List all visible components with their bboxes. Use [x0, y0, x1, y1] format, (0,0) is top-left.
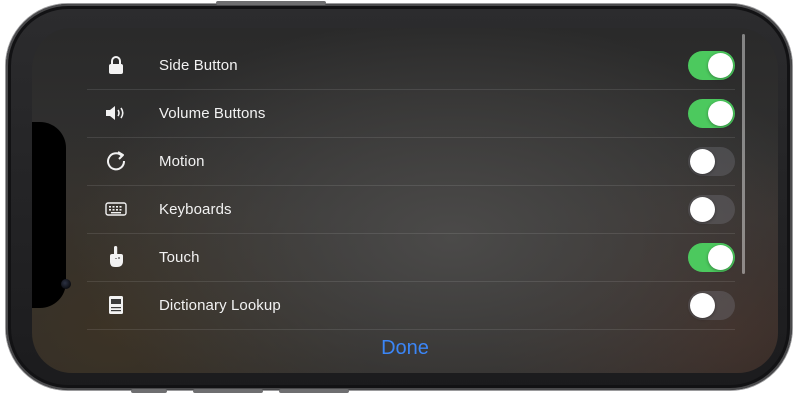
rotate-icon [105, 150, 127, 172]
settings-row-volume-buttons: Volume Buttons [87, 90, 735, 138]
bottom-hardware-button-2 [193, 389, 263, 393]
toggle-knob [708, 53, 733, 78]
side-button-label: Side Button [159, 57, 238, 74]
toggle-knob [690, 149, 715, 174]
motion-toggle[interactable] [688, 147, 735, 176]
settings-row-dictionary-lookup: Dictionary Lookup [87, 282, 735, 330]
toggle-knob [708, 245, 733, 270]
motion-label: Motion [159, 153, 205, 170]
front-camera [61, 279, 71, 289]
volume-buttons-label: Volume Buttons [159, 105, 266, 122]
dictionary-lookup-label: Dictionary Lookup [159, 297, 281, 314]
lock-icon [105, 54, 127, 76]
keyboards-toggle[interactable] [688, 195, 735, 224]
screen: Side Button Volume Buttons Motion Keyboa… [32, 28, 778, 373]
volume-buttons-toggle[interactable] [688, 99, 735, 128]
settings-row-side-button: Side Button [87, 42, 735, 90]
scrollbar[interactable] [742, 34, 745, 274]
phone-frame: Side Button Volume Buttons Motion Keyboa… [6, 1, 792, 393]
dictionary-lookup-toggle[interactable] [688, 291, 735, 320]
done-button[interactable]: Done [355, 337, 455, 360]
toggle-knob [708, 101, 733, 126]
settings-row-motion: Motion [87, 138, 735, 186]
bottom-hardware-button-3 [279, 389, 349, 393]
touch-label: Touch [159, 249, 200, 266]
bottom-hardware-button-1 [131, 389, 167, 393]
side-button-toggle[interactable] [688, 51, 735, 80]
keyboards-label: Keyboards [159, 201, 232, 218]
toggle-knob [690, 197, 715, 222]
dictionary-icon [105, 294, 127, 316]
toggle-knob [690, 293, 715, 318]
settings-row-keyboards: Keyboards [87, 186, 735, 234]
sensor-housing [32, 122, 66, 308]
speaker-volume-icon [105, 102, 127, 124]
hand-touch-icon [105, 246, 127, 268]
keyboard-icon [105, 198, 127, 220]
touch-toggle[interactable] [688, 243, 735, 272]
settings-list: Side Button Volume Buttons Motion Keyboa… [87, 42, 735, 330]
top-hardware-button [216, 1, 326, 5]
settings-row-touch: Touch [87, 234, 735, 282]
